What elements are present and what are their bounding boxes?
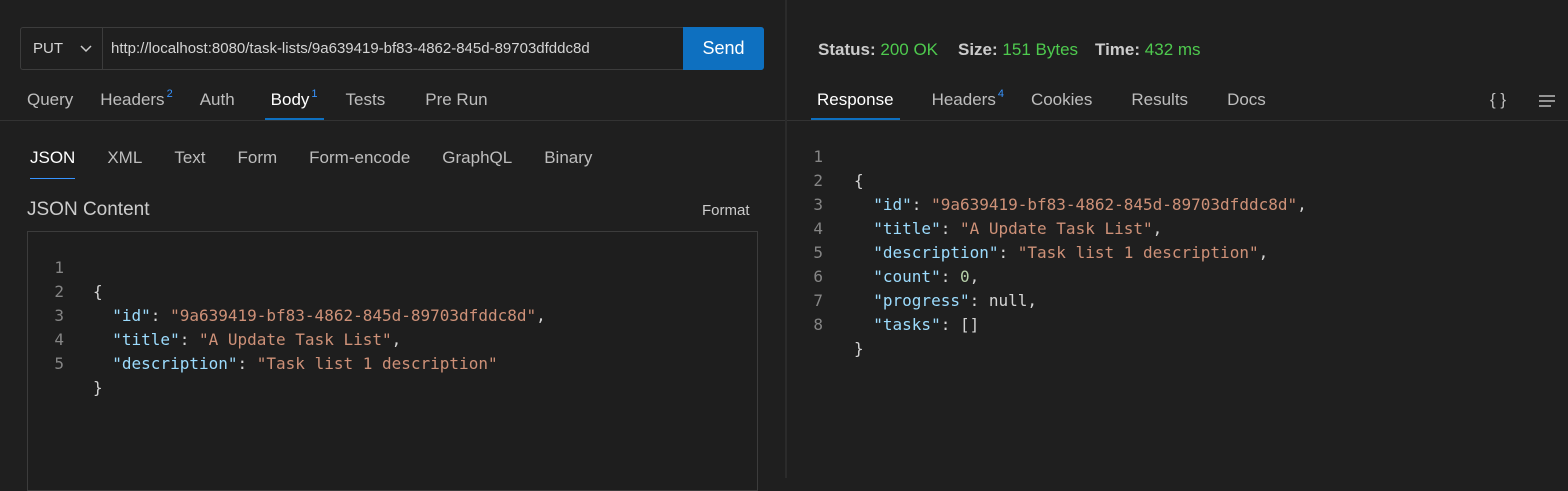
tab-tests[interactable]: Tests	[346, 90, 386, 110]
section-title: JSON Content	[27, 199, 150, 220]
send-button[interactable]: Send	[683, 27, 764, 70]
editor-line: 3 "title": "A Update Task List",	[28, 280, 401, 349]
line-text: {	[93, 282, 103, 301]
line-text: }	[93, 378, 103, 397]
size-readout: Size: 151 Bytes	[958, 40, 1078, 60]
line-text: "description": "Task list 1 description"	[112, 354, 498, 373]
time-readout: Time: 432 ms	[1095, 40, 1201, 60]
line-text: "id": "9a639419-bf83-4862-845d-89703dfdd…	[112, 306, 546, 325]
menu-icon[interactable]	[1537, 92, 1557, 110]
tab-results[interactable]: Results	[1131, 90, 1188, 110]
format-button[interactable]: Format	[702, 202, 750, 219]
body-type-form[interactable]: Form	[238, 148, 278, 168]
line-text: "id": "9a639419-bf83-4862-845d-89703dfdd…	[873, 195, 1307, 214]
line-text: "progress": null,	[873, 291, 1038, 310]
chevron-down-icon	[80, 45, 92, 53]
size-label: Size:	[958, 40, 998, 59]
body-type-xml[interactable]: XML	[107, 148, 142, 168]
status-value: 200 OK	[880, 40, 939, 59]
body-type-text[interactable]: Text	[174, 148, 205, 168]
response-tabs: Response Headers 4 Cookies Results Docs	[811, 88, 1266, 121]
line-text: "title": "A Update Task List",	[112, 330, 402, 349]
request-pane: PUT http://localhost:8080/task-lists/9a6…	[0, 0, 785, 491]
time-label: Time:	[1095, 40, 1141, 59]
headers-count-badge: 2	[166, 88, 173, 100]
response-line: 2 "id": "9a639419-bf83-4862-845d-89703df…	[787, 145, 1306, 214]
line-text: "title": "A Update Task List",	[873, 219, 1163, 238]
active-body-type-indicator	[30, 178, 76, 179]
line-text: {	[854, 171, 864, 190]
tab-query[interactable]: Query	[27, 90, 73, 110]
editor-line: 5 }	[28, 328, 102, 397]
response-headers-badge: 4	[997, 88, 1004, 100]
tab-docs[interactable]: Docs	[1227, 90, 1266, 110]
response-json-viewer: 1 { 2 "id": "9a639419-bf83-4862-845d-897…	[787, 121, 1568, 358]
line-text: "tasks": []	[873, 315, 980, 334]
status-readout: Status: 200 OK	[818, 40, 938, 60]
status-label: Status:	[818, 40, 876, 59]
tab-headers[interactable]: Headers 2	[100, 88, 173, 110]
response-line: 5 "count": 0,	[787, 217, 979, 286]
editor-line: 1 {	[28, 232, 102, 301]
tab-response[interactable]: Response	[811, 90, 900, 121]
body-count-badge: 1	[311, 88, 318, 100]
response-pane: Status: 200 OK Size: 151 Bytes Time: 432…	[787, 0, 1568, 478]
url-bar: PUT http://localhost:8080/task-lists/9a6…	[20, 27, 764, 70]
response-line: 3 "title": "A Update Task List",	[787, 169, 1162, 238]
editor-line: 4 "description": "Task list 1 descriptio…	[28, 304, 497, 373]
body-type-form-encode[interactable]: Form-encode	[309, 148, 410, 168]
method-label: PUT	[33, 40, 63, 57]
tab-cookies[interactable]: Cookies	[1031, 90, 1092, 110]
tabs-divider	[0, 120, 785, 121]
braces-icon[interactable]: { }	[1490, 90, 1506, 110]
body-type-binary[interactable]: Binary	[544, 148, 592, 168]
editor-line: 2 "id": "9a639419-bf83-4862-845d-89703df…	[28, 256, 545, 325]
response-line: 4 "description": "Task list 1 descriptio…	[787, 193, 1268, 262]
line-number: 5	[54, 354, 64, 373]
body-type-json[interactable]: JSON	[30, 148, 76, 179]
line-text: "count": 0,	[873, 267, 980, 286]
tab-pre-run[interactable]: Pre Run	[425, 90, 487, 110]
body-type-tabs: JSON XML Text Form Form-encode GraphQL B…	[30, 148, 592, 179]
request-json-editor[interactable]: 1 { 2 "id": "9a639419-bf83-4862-845d-897…	[27, 231, 758, 491]
tab-response-headers[interactable]: Headers 4	[932, 88, 1004, 110]
response-line: 8 }	[787, 289, 863, 358]
line-text: "description": "Task list 1 description"…	[873, 243, 1269, 262]
response-line: 7 "tasks": []	[787, 265, 979, 334]
response-line: 1 {	[787, 121, 863, 190]
url-input[interactable]: http://localhost:8080/task-lists/9a63941…	[111, 28, 590, 69]
tab-body[interactable]: Body 1	[264, 88, 324, 121]
size-value: 151 Bytes	[1002, 40, 1079, 59]
request-tabs: Query Headers 2 Auth Body 1 Tests Pre Run	[27, 88, 488, 121]
time-value: 432 ms	[1144, 40, 1201, 59]
response-line: 6 "progress": null,	[787, 241, 1037, 310]
line-text: }	[854, 339, 864, 358]
method-select[interactable]: PUT	[21, 28, 103, 69]
line-number: 8	[813, 315, 823, 334]
body-type-graphql[interactable]: GraphQL	[442, 148, 512, 168]
tab-auth[interactable]: Auth	[200, 90, 235, 110]
